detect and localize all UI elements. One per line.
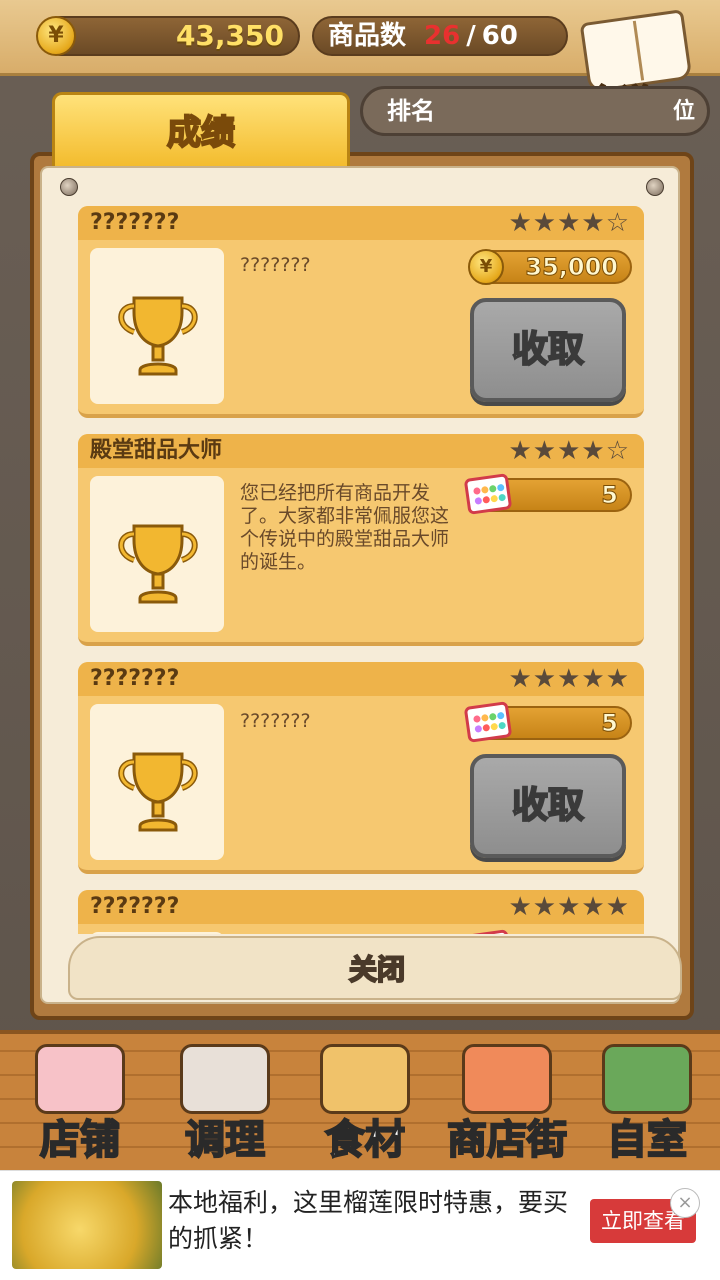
achievement-thumbnail	[90, 704, 224, 860]
nav-item[interactable]: 商店街	[430, 1034, 584, 1174]
bottom-nav: 店铺 调理 食材 商店街 自室	[0, 1030, 720, 1170]
achievement-title: ???????	[90, 894, 180, 919]
staff-only-sign-icon	[602, 1044, 692, 1114]
star-rating: ★★★★★	[508, 892, 630, 922]
collect-button[interactable]: 收取	[470, 298, 626, 402]
nav-label: 商店街	[446, 1116, 568, 1164]
reward-display: 5	[463, 473, 632, 515]
nav-item[interactable]: 店铺	[10, 1034, 150, 1174]
achievement-card: ??????? ★★★★☆??????? ¥35,000 收取	[78, 206, 644, 418]
card-header: ??????? ★★★★★	[78, 662, 644, 696]
collect-button[interactable]: 收取	[470, 754, 626, 858]
tab-ranking-label: 排名	[387, 97, 435, 125]
shop-street-icon	[462, 1044, 552, 1114]
pin-icon	[646, 178, 664, 196]
achievement-title: ???????	[90, 210, 180, 235]
durian-image	[12, 1181, 162, 1269]
reward-display: ¥35,000	[468, 249, 632, 285]
mixing-bowl-icon	[180, 1044, 270, 1114]
nav-label: 店铺	[39, 1116, 121, 1164]
yen-coin-icon: ¥	[468, 249, 504, 285]
tab-achievements[interactable]: 成绩	[52, 92, 350, 168]
gem-box-icon	[463, 473, 513, 515]
achievement-description: ???????	[240, 254, 311, 276]
achievement-description: ???????	[240, 710, 311, 732]
reward-display: 5	[463, 701, 632, 743]
achievement-description: 您已经把所有商品开发了。大家都非常佩服您这个传说中的殿堂甜品大师的诞生。	[240, 482, 450, 573]
flour-sack-icon	[320, 1044, 410, 1114]
close-button[interactable]: 关闭	[70, 938, 684, 1002]
achievement-card: ??????? ★★★★★??????? 5 收取	[78, 662, 644, 874]
tab-achievements-label: 成绩	[166, 112, 236, 154]
card-header: 殿堂甜品大师 ★★★★☆	[78, 434, 644, 468]
nav-item[interactable]: 自室	[584, 1034, 710, 1174]
achievement-thumbnail	[90, 932, 224, 934]
achievement-card: 殿堂甜品大师 ★★★★☆ 您已经把所有商品开发了。大家都非常佩服您这个传说中的殿堂甜…	[78, 434, 644, 646]
tab-ranking[interactable]: 排名 位	[360, 86, 710, 136]
scroll-bottom-edge: 关闭	[68, 936, 682, 1000]
reward-value: 5	[601, 481, 619, 510]
game-screen: 43,350 ¥ 商品数26/60 食谱 排名 位 成绩 ???????★★★★…	[0, 0, 720, 1280]
yen-coin-icon: ¥	[36, 16, 76, 56]
pin-icon	[60, 178, 78, 196]
top-bar: 43,350 ¥ 商品数26/60 食谱	[0, 0, 720, 121]
nav-label: 自室	[606, 1116, 688, 1164]
tab-ranking-suffix: 位	[672, 99, 695, 124]
achievement-title: 殿堂甜品大师	[90, 438, 223, 463]
reward-value: 35,000	[525, 253, 619, 282]
goods-count-label: 商品数	[328, 21, 407, 51]
gem-box-icon	[463, 701, 513, 743]
card-header: ??????? ★★★★☆	[78, 206, 644, 240]
star-rating: ★★★★★	[508, 664, 630, 694]
nav-label: 食材	[324, 1116, 406, 1164]
card-header: ??????? ★★★★★	[78, 890, 644, 924]
ad-text: 本地福利，这里榴莲限时特惠，要买的抓紧！	[168, 1188, 569, 1253]
ad-banner[interactable]: 本地福利，这里榴莲限时特惠，要买的抓紧！ 立即查看	[0, 1170, 720, 1280]
star-rating: ★★★★☆	[508, 208, 630, 238]
money-value: 43,350	[175, 19, 284, 52]
cake-icon	[35, 1044, 125, 1114]
trophy-icon	[110, 512, 206, 612]
close-icon[interactable]: ×	[670, 1188, 700, 1218]
trophy-icon	[110, 740, 206, 840]
achievement-card: ??????? ★★★★★	[78, 890, 644, 934]
goods-count-max: 60	[481, 21, 518, 51]
trophy-icon	[110, 284, 206, 384]
star-rating: ★★★★☆	[508, 436, 630, 466]
money-display: 43,350	[40, 16, 300, 56]
nav-item[interactable]: 食材	[300, 1034, 430, 1174]
gem-box-icon	[463, 929, 513, 934]
goods-count-slash: /	[466, 21, 476, 51]
reward-value: 5	[601, 709, 619, 738]
achievement-list[interactable]: ??????? ★★★★☆??????? ¥35,000 收取 殿堂甜品大师 ★★★★☆ 您…	[78, 206, 644, 934]
goods-count-current: 26	[424, 21, 461, 51]
achievement-thumbnail	[90, 248, 224, 404]
goods-count: 商品数 26/60	[312, 16, 568, 56]
achievement-title: ???????	[90, 666, 180, 691]
nav-label: 调理	[184, 1116, 266, 1164]
nav-item[interactable]: 调理	[150, 1034, 300, 1174]
achievement-thumbnail	[90, 476, 224, 632]
